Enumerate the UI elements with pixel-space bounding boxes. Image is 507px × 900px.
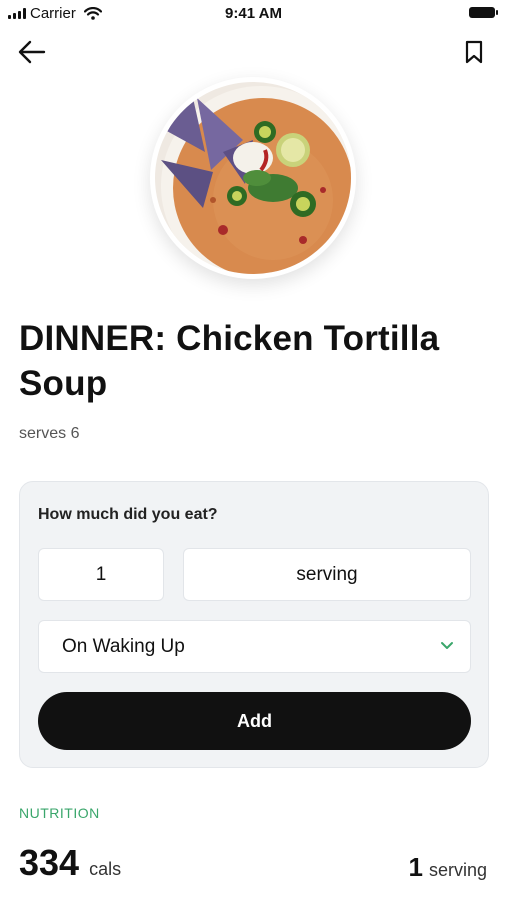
add-button[interactable]: Add: [38, 692, 471, 750]
recipe-title: DINNER: Chicken Tortilla Soup: [19, 319, 440, 403]
serves-label: serves 6: [19, 425, 80, 442]
quantity-input[interactable]: 1: [38, 548, 164, 601]
bookmark-icon: [465, 40, 483, 64]
meal-select[interactable]: On Waking Up: [38, 620, 471, 673]
nutrition-heading: NUTRITION: [19, 805, 100, 821]
unit-select[interactable]: serving: [183, 548, 471, 601]
calories-summary: 334 cals: [19, 842, 121, 884]
battery-icon: [469, 7, 498, 18]
log-food-card: How much did you eat? 1 serving On Wakin…: [19, 481, 489, 768]
calories-value: 334: [19, 842, 80, 883]
bookmark-button[interactable]: [463, 40, 485, 64]
chevron-down-icon: [441, 642, 453, 649]
back-button[interactable]: [16, 38, 48, 66]
calories-unit: cals: [89, 859, 122, 879]
serving-summary: 1 serving: [409, 852, 488, 883]
meal-select-value: On Waking Up: [62, 635, 185, 657]
status-bar: Carrier 9:41 AM: [0, 0, 507, 28]
arrow-left-icon: [18, 40, 46, 64]
soup-illustration: [155, 82, 351, 274]
serving-count: 1: [408, 852, 423, 882]
amount-question: How much did you eat?: [38, 506, 218, 523]
recipe-photo: [150, 77, 356, 279]
status-time: 9:41 AM: [225, 5, 282, 22]
serving-unit: serving: [428, 860, 487, 880]
